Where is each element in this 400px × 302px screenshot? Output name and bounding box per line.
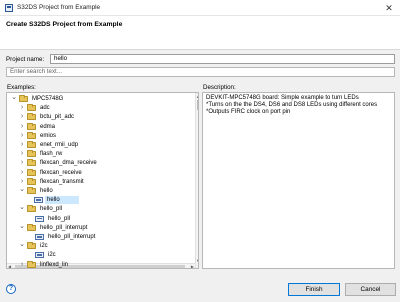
vertical-scrollbar[interactable]: ▲ ▼ [195, 93, 198, 268]
folder-icon [27, 150, 36, 158]
search-input[interactable]: Enter search text... [6, 67, 395, 77]
chevron-right-icon[interactable]: › [19, 104, 25, 112]
description-line: *Outputs FIRC clock on port pin [206, 109, 291, 116]
tree-item-folder[interactable]: › edma [8, 122, 194, 131]
tree-item-project[interactable]: hello_pll_interrupt [8, 233, 194, 241]
tree-item-folder[interactable]: › linflexd_lin [8, 260, 194, 268]
description-panel: DEVKIT-MPC5748G board: Simple example to… [202, 92, 395, 269]
tree-item-project[interactable]: hello [34, 196, 79, 205]
scrollbar-thumb[interactable] [196, 100, 198, 110]
tree-item-label: hello_pll [40, 206, 63, 213]
project-name-input[interactable]: hello [50, 54, 395, 64]
button-bar [0, 276, 400, 302]
folder-icon [27, 122, 36, 130]
tree-item-folder[interactable]: › flexcan_receive [8, 168, 194, 177]
tree-item-project[interactable]: hello_pll [8, 215, 194, 223]
folder-icon [27, 104, 36, 112]
tree-item-label: hello [47, 197, 60, 204]
chevron-down-icon[interactable]: ⌄ [19, 223, 25, 231]
tree-item-label: MPC5748G [32, 96, 64, 102]
app-icon [5, 4, 13, 12]
folder-icon [27, 223, 36, 231]
project-icon [35, 234, 44, 240]
chevron-right-icon[interactable]: › [19, 178, 25, 186]
tree-item-folder[interactable]: › enet_rmii_udp [8, 141, 194, 149]
tree-item-project[interactable]: i2c [8, 251, 194, 259]
help-icon[interactable]: ? [6, 284, 16, 294]
tree-item-folder[interactable]: › flexcan_dma_receive [8, 159, 194, 167]
tree-item-label: i2c [48, 252, 56, 259]
scroll-down-icon[interactable]: ▼ [196, 258, 198, 263]
folder-icon [27, 159, 36, 167]
folder-icon [27, 205, 36, 213]
tree-item-label: flexcan_dma_receive [40, 160, 97, 167]
tree-item-folder[interactable]: › flash_rw [8, 150, 194, 158]
tree-item-label: i2c [40, 243, 48, 250]
tree-item-label: adc [40, 105, 50, 112]
title-bar: S32DS Project from Example ✕ [0, 0, 400, 16]
tree-item-label: flash_rw [40, 151, 63, 158]
folder-icon [27, 177, 36, 185]
dialog-header: Create S32DS Project from Example [0, 16, 400, 50]
tree-item-label: enet_rmii_udp [40, 142, 79, 148]
tree-item-folder[interactable]: › flexcan_transmit [8, 177, 194, 186]
tree-item-folder[interactable]: › adc [8, 104, 194, 112]
tree-item-label: linflexd_lin [40, 261, 69, 268]
folder-icon [27, 113, 36, 121]
tree-item-label: flexcan_receive [40, 169, 82, 176]
chevron-right-icon[interactable]: › [19, 132, 25, 140]
chevron-down-icon[interactable]: ⌄ [19, 186, 25, 194]
close-button[interactable]: ✕ [382, 2, 396, 14]
description-label: Description: [203, 84, 236, 91]
tree-item-label: bctu_pit_adc [40, 114, 75, 121]
folder-icon [19, 95, 28, 102]
tree-item-label: hello_pll_interrupt [40, 224, 88, 231]
chevron-right-icon[interactable]: › [19, 159, 25, 167]
cancel-button[interactable]: Cancel [345, 283, 396, 296]
folder-icon [27, 168, 36, 176]
folder-icon [27, 131, 36, 139]
chevron-right-icon[interactable]: › [19, 141, 25, 149]
chevron-right-icon[interactable]: › [19, 261, 25, 268]
chevron-right-icon[interactable]: › [19, 123, 25, 131]
tree-item-folder[interactable]: › emios [8, 131, 194, 140]
window-title: S32DS Project from Example [17, 4, 101, 11]
folder-icon [27, 141, 36, 148]
tree-item-label: edma [40, 123, 56, 130]
tree-item-folder[interactable]: ⌄ MPC5748G [8, 94, 194, 103]
chevron-right-icon[interactable]: › [19, 169, 25, 177]
finish-button[interactable]: Finish [288, 283, 340, 296]
chevron-down-icon[interactable]: ⌄ [11, 94, 17, 102]
folder-icon [27, 242, 36, 250]
tree-item-folder[interactable]: ⌄ hello [8, 186, 194, 195]
dialog-heading: Create S32DS Project from Example [6, 21, 123, 28]
examples-label: Examples: [7, 84, 36, 91]
project-name-label: Project name: [6, 56, 45, 63]
tree-item-folder[interactable]: ⌄ hello_pll [8, 204, 194, 213]
tree-item-folder[interactable]: ⌄ i2c [8, 241, 194, 250]
folder-icon [27, 260, 36, 268]
folder-icon [27, 187, 36, 194]
tree-item-label: flexcan_transmit [40, 178, 84, 185]
tree-item-label: hello_pll [48, 215, 71, 222]
project-icon [35, 252, 44, 259]
examples-tree[interactable]: ▲ ▼ ◀ ▶ ⌄MPC5748G›adc›bctu_pit_adc›edma›… [6, 92, 199, 269]
chevron-down-icon[interactable]: ⌄ [19, 241, 25, 249]
chevron-right-icon[interactable]: › [19, 113, 25, 121]
scroll-up-icon[interactable]: ▲ [196, 94, 198, 99]
project-icon [34, 197, 43, 204]
description-line: *Turns on the the DS4, DS6 and DS8 LEDs … [206, 102, 378, 109]
tree-item-label: hello_pll_interrupt [48, 234, 96, 240]
description-line: DEVKIT-MPC5748G board: Simple example to… [206, 95, 359, 101]
project-icon [35, 215, 44, 222]
chevron-right-icon[interactable]: › [19, 150, 25, 158]
chevron-down-icon[interactable]: ⌄ [19, 204, 25, 212]
tree-item-folder[interactable]: › bctu_pit_adc [8, 113, 194, 121]
tree-item-folder[interactable]: ⌄ hello_pll_interrupt [8, 223, 194, 232]
tree-item-label: emios [40, 132, 57, 139]
tree-item-label: hello [40, 188, 53, 194]
